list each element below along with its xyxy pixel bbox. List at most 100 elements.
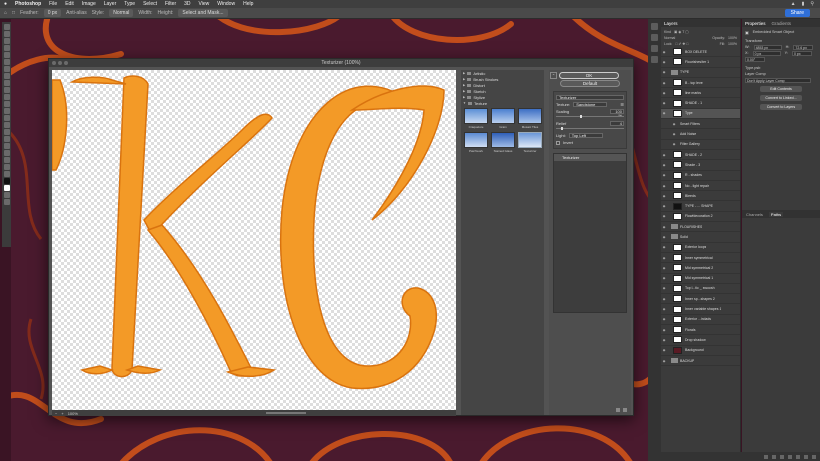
new-layer-icon[interactable] [804,454,808,459]
thumb-texturizer[interactable]: Texturizer [518,132,542,153]
thumb-patchwork[interactable]: Patchwork [464,132,488,153]
filter-icons[interactable]: ▣ ◉ T ▢ [674,30,689,34]
new-group-icon[interactable] [796,454,800,459]
scaling-input[interactable]: 100 % [610,109,624,118]
share-button[interactable]: Share [784,9,810,17]
tab-properties[interactable]: Properties [745,21,766,26]
new-effect-layer-icon[interactable] [616,408,620,412]
layer-row[interactable]: ◉ line marks [661,88,740,99]
adjustments-icon[interactable] [651,34,658,41]
layer-row[interactable]: ◉ Inner sp...shapes 2 [661,294,740,305]
visibility-eye-icon[interactable]: ◉ [661,346,667,355]
visibility-eye-icon[interactable]: ◉ [661,356,667,365]
swatches-icon[interactable] [651,56,658,63]
clone-stamp-icon[interactable] [3,87,10,93]
search-icon[interactable]: ⚲ [810,1,814,7]
default-button[interactable]: Default [560,80,620,87]
layer-row[interactable]: ◉ SHADE - 2 [661,150,740,161]
layer-group-row[interactable]: ◉ Solid [661,232,740,243]
visibility-eye-icon[interactable]: ◉ [661,109,667,118]
thumb-craquelure[interactable]: Craquelure [464,108,488,129]
shape-tool-icon[interactable] [3,150,10,156]
thumb-stained-glass[interactable]: Stained Glass [491,132,515,153]
tab-paths[interactable]: Paths [768,211,784,217]
layer-row[interactable]: ◉ R - shades [661,171,740,181]
layer-row[interactable]: ◉ Filter Gallery [661,140,740,150]
layer-row[interactable]: ◉ B - top level [661,78,740,89]
layer-row[interactable]: ◉ Exterior ...irclads [661,315,740,326]
visibility-eye-icon[interactable]: ◉ [661,315,667,324]
layer-group-row[interactable]: ◉ TYPE [661,68,740,78]
close-window-icon[interactable] [52,61,56,65]
dodge-icon[interactable] [3,122,10,128]
layer-group-row[interactable]: ◉ BACKUP [661,356,740,367]
fill-input[interactable]: 100% [728,42,737,46]
visibility-eye-icon[interactable]: ◉ [671,119,677,128]
visibility-eye-icon[interactable]: ◉ [661,294,667,303]
filter-preview[interactable] [52,70,456,410]
menu-select[interactable]: Select [143,1,157,7]
more-tools-icon[interactable] [3,171,10,177]
tab-channels[interactable]: Channels [746,212,763,217]
screen-mode-icon[interactable] [3,199,10,205]
visibility-eye-icon[interactable]: ◉ [661,68,667,77]
visibility-eye-icon[interactable]: ◉ [661,150,667,159]
maximize-window-icon[interactable] [64,61,68,65]
visibility-eye-icon[interactable]: ◉ [661,47,667,56]
layer-row[interactable]: ◉ TYPE - ... SHAPE [661,201,740,212]
menu-view[interactable]: View [199,1,210,7]
visibility-eye-icon[interactable]: ◉ [661,325,667,334]
select-and-mask-button[interactable]: Select and Mask... [178,9,228,17]
wifi-icon[interactable]: ▲ [791,1,796,7]
visibility-eye-icon[interactable]: ◉ [661,57,667,66]
quick-mask-icon[interactable] [3,192,10,198]
visibility-eye-icon[interactable]: ◉ [661,171,667,180]
fx-icon[interactable] [772,454,776,459]
link-layers-icon[interactable] [764,454,768,459]
hand-tool-icon[interactable] [3,157,10,163]
adjustment-layer-icon[interactable] [788,454,792,459]
visibility-eye-icon[interactable]: ◉ [661,243,667,252]
visibility-eye-icon[interactable]: ◉ [661,78,667,87]
lasso-tool-icon[interactable] [3,38,10,44]
layer-row[interactable]: ◉ No - light repair [661,181,740,192]
zoom-level[interactable]: 100% [68,411,78,416]
blend-mode-select[interactable]: Normal [664,36,675,40]
path-select-icon[interactable] [3,143,10,149]
visibility-eye-icon[interactable]: ◉ [661,212,667,221]
visibility-eye-icon[interactable]: ◉ [661,181,667,190]
visibility-eye-icon[interactable]: ◉ [661,304,667,313]
visibility-eye-icon[interactable]: ◉ [661,253,667,262]
mask-icon[interactable] [780,454,784,459]
effect-layer-texturizer[interactable]: Texturizer [554,154,626,161]
invert-checkbox[interactable] [556,140,560,145]
visibility-eye-icon[interactable]: ◉ [661,98,667,107]
convert-to-layers-button[interactable]: Convert to Layers [760,104,802,110]
menu-layer[interactable]: Layer [104,1,117,7]
layer-row[interactable]: ◉ Mid symmetrical 1 [661,274,740,284]
apple-icon[interactable]: ● [4,1,7,7]
scaling-slider[interactable] [556,115,624,118]
preview-scrollbar[interactable] [266,412,306,414]
height-input[interactable]: 72.6 px [793,44,814,50]
menu-edit[interactable]: Edit [65,1,74,7]
home-icon[interactable]: ⌂ [4,10,7,16]
layer-row[interactable]: ◉ Flowfdecoration 2 [661,212,740,223]
menu-window[interactable]: Window [217,1,235,7]
feather-input[interactable]: 0 px [43,9,62,17]
filter-kind-select[interactable]: Kind [664,30,671,34]
history-icon[interactable] [651,23,658,30]
visibility-eye-icon[interactable]: ◉ [661,88,667,97]
delete-effect-layer-icon[interactable] [623,408,627,412]
y-input[interactable]: 0 px [791,50,812,56]
visibility-eye-icon[interactable]: ◉ [661,160,667,169]
texture-menu-icon[interactable]: ☰ [620,102,624,107]
edit-contents-button[interactable]: Edit Contents [760,86,802,92]
pen-tool-icon[interactable] [3,129,10,135]
visibility-eye-icon[interactable]: ◉ [661,263,667,272]
antialias-checkbox[interactable]: Anti-alias [66,10,87,16]
eyedropper-icon[interactable] [3,66,10,72]
visibility-eye-icon[interactable]: ◉ [661,232,667,241]
convert-to-linked-button[interactable]: Convert to Linked... [760,95,802,101]
layer-row[interactable]: ◉ Exterior loops [661,243,740,253]
